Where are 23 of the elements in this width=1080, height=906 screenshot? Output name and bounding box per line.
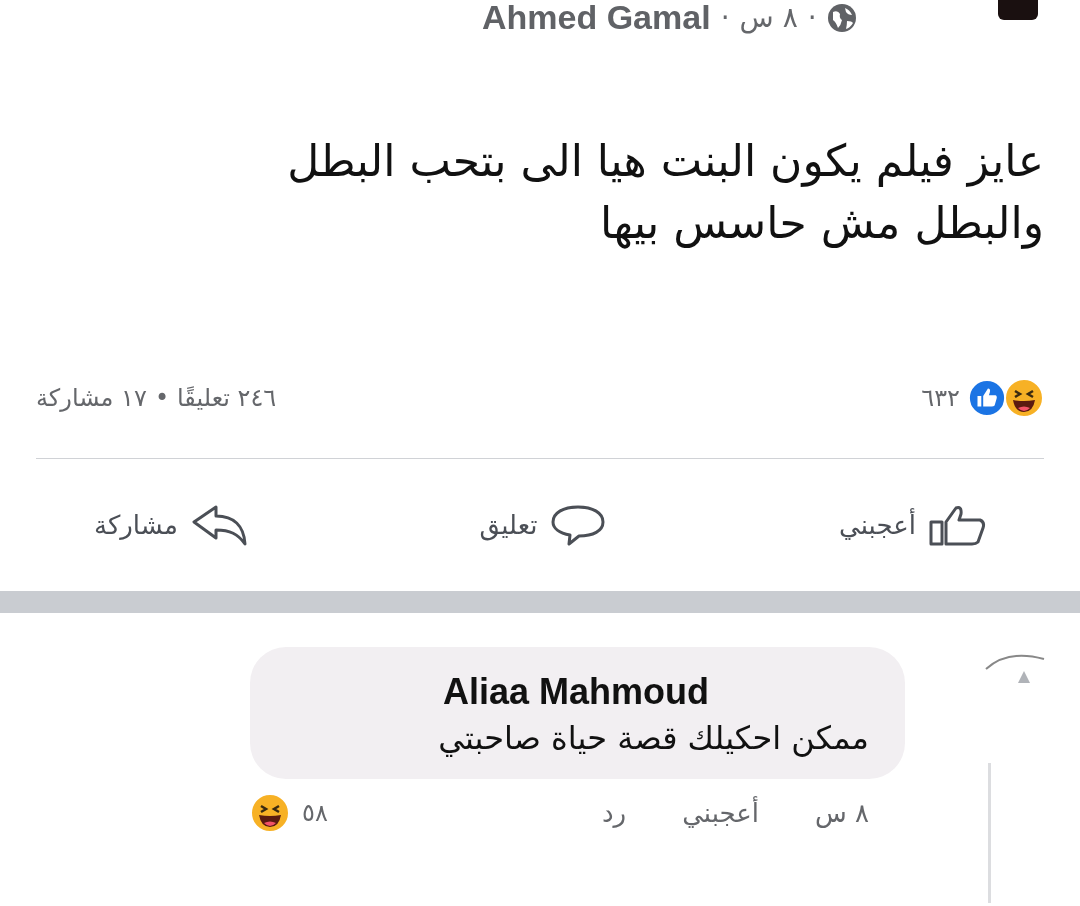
comment-text: ممكن احكيلك قصة حياة صاحبتي [438,719,869,757]
thumbs-up-icon [928,504,986,546]
comments-count[interactable]: ٢٤٦ تعليقًا [177,384,277,412]
comment-button[interactable]: تعليق [475,500,612,550]
reply-link[interactable]: رد [602,798,627,828]
separator-dot: • [154,384,170,412]
like-reaction-icon [968,379,1006,417]
comment-time: ٨ س [815,798,869,828]
share-button[interactable]: مشاركة [90,500,252,550]
shares-count[interactable]: ١٧ مشاركة [36,384,147,412]
author-name[interactable]: Ahmed Gamal [482,0,711,37]
separator-dot: · [720,1,730,34]
reactions-count[interactable]: ٦٣٢ [921,384,960,412]
laughing-emoji-icon [1004,378,1044,418]
separator-dot: · [807,1,817,34]
caret-icon [1016,669,1032,685]
like-button[interactable]: أعجبني [835,500,990,550]
like-link[interactable]: أعجبني [682,798,759,828]
post-time[interactable]: ٨ س [739,1,798,34]
commenter-name[interactable]: Aliaa Mahmoud [442,671,709,713]
laughing-emoji-icon [250,793,290,833]
post-text: عايز فيلم يكون البنت هيا الى بتحب البطل والبطل مش حاسس بيها [286,134,1045,251]
comment-reactions-count[interactable]: ٥٨ [302,799,328,827]
